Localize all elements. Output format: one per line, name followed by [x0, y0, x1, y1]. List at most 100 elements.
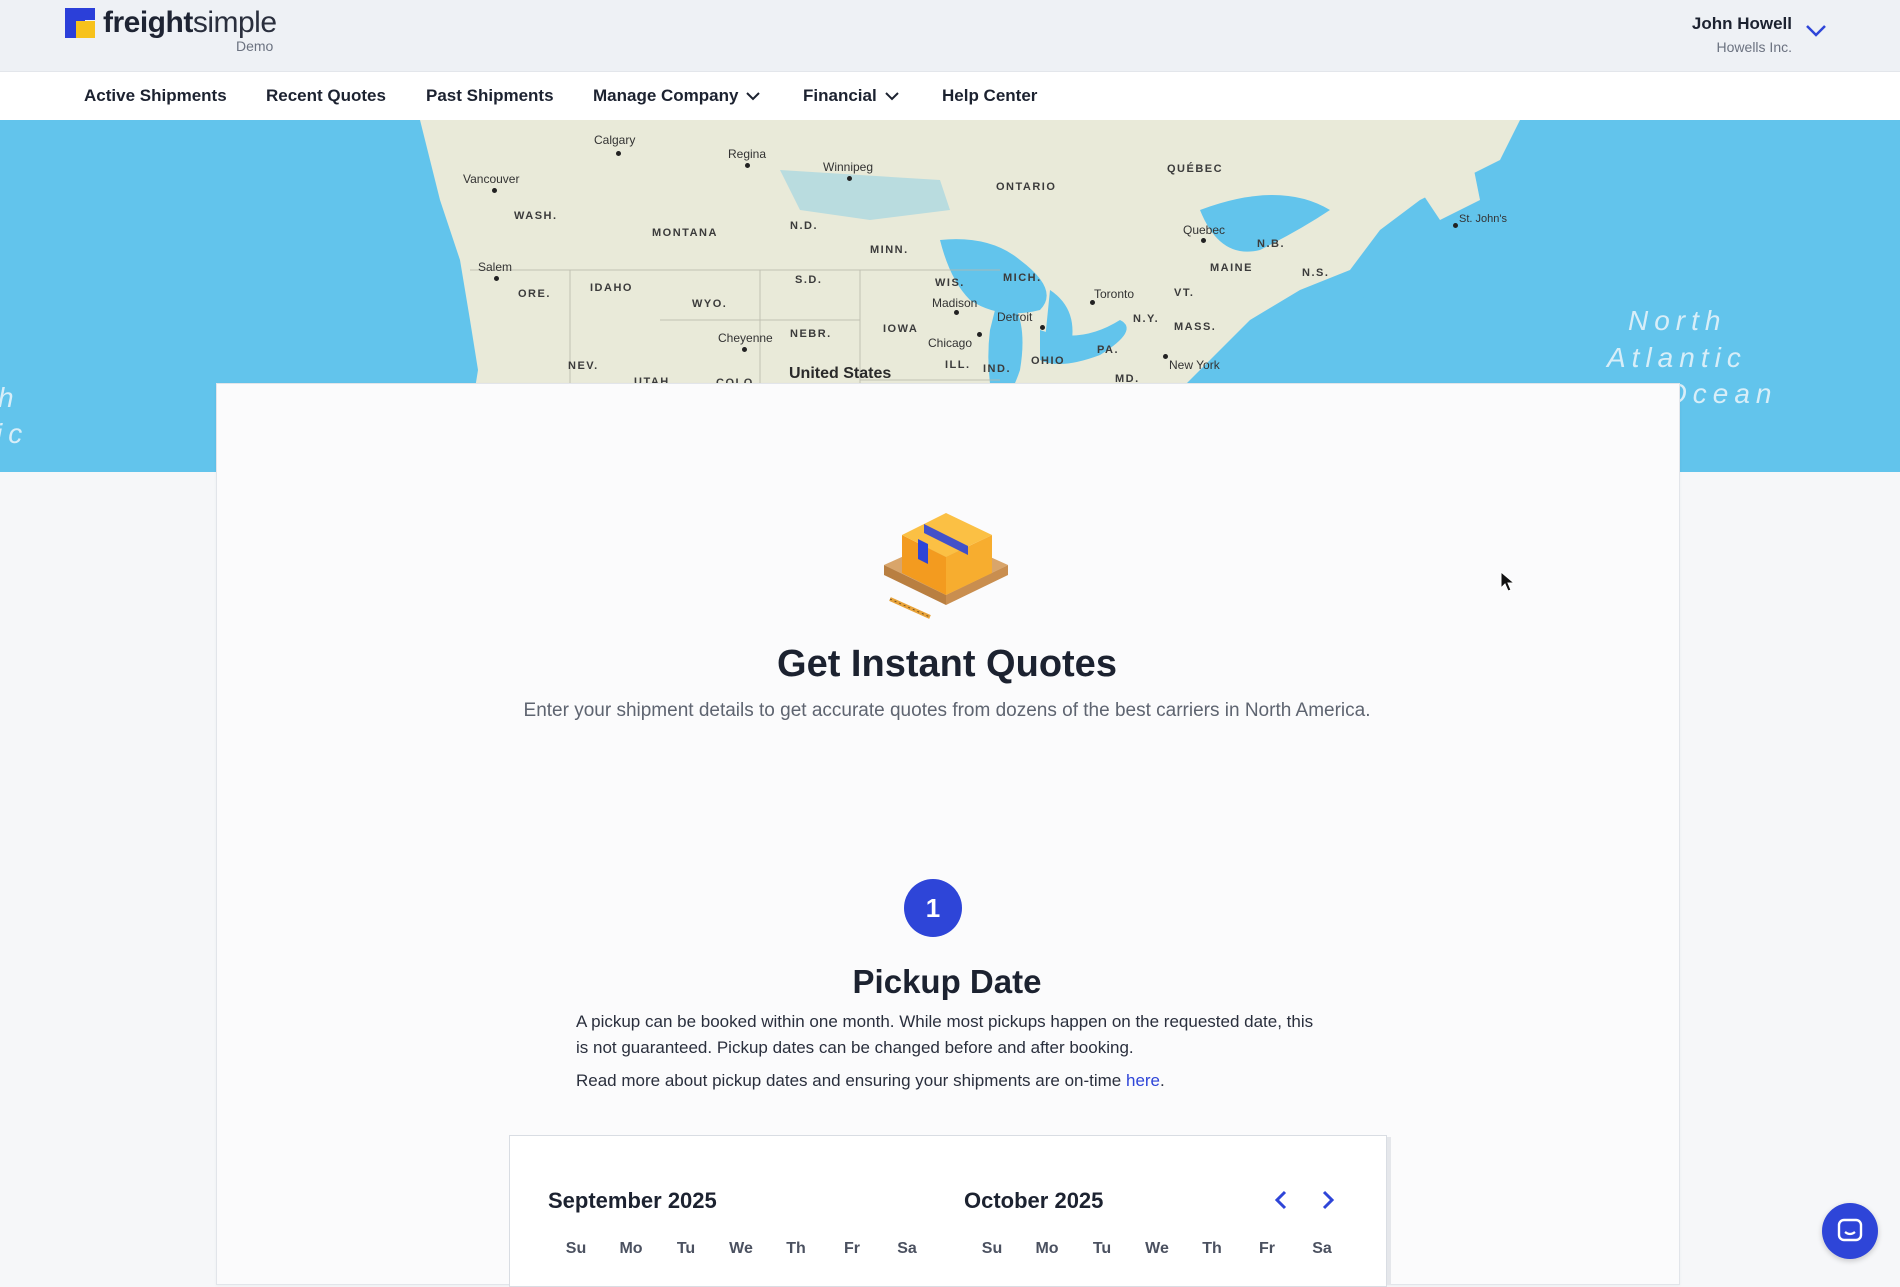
- page-subtitle: Enter your shipment details to get accur…: [523, 700, 1371, 721]
- weekday-header: Su: [981, 1240, 1003, 1257]
- map-city-dot: [745, 163, 750, 168]
- map-region-label: N.S.: [1302, 267, 1330, 279]
- pickup-date-calendar[interactable]: September 2025 October 2025 Su Mo Tu We …: [509, 1135, 1387, 1287]
- map-city-label: Cheyenne: [718, 331, 773, 345]
- calendar-month-title: October 2025: [964, 1188, 1104, 1213]
- user-company: Howells Inc.: [1716, 39, 1792, 55]
- logo-demo-label: Demo: [236, 38, 274, 54]
- map-city-label: Salem: [478, 260, 513, 274]
- map-region-label: QUÉBEC: [1167, 163, 1224, 175]
- map-city-label: Calgary: [594, 133, 636, 147]
- map-region-label: ONTARIO: [996, 181, 1057, 193]
- weekday-header: Th: [786, 1240, 806, 1257]
- map-region-label: MICH.: [1003, 272, 1042, 284]
- ocean-label: North: [1628, 305, 1727, 336]
- map-city-dot: [492, 188, 497, 193]
- chevron-down-icon: [884, 92, 899, 101]
- map-region-label: WASH.: [514, 210, 558, 222]
- map-city-label: Vancouver: [463, 172, 520, 186]
- user-menu[interactable]: John Howell Howells Inc.: [1692, 14, 1792, 55]
- weekday-header: Sa: [1312, 1240, 1332, 1257]
- map-city-dot: [954, 310, 959, 315]
- map-region-label: NEV.: [568, 360, 599, 372]
- map-region-label: MAINE: [1210, 262, 1253, 274]
- map-region-label: ILL.: [945, 359, 971, 371]
- map-city-dot: [1163, 354, 1168, 359]
- chat-icon: [1837, 1218, 1863, 1242]
- map-region-label: ORE.: [518, 288, 551, 300]
- map-region-label: IND.: [983, 363, 1011, 375]
- map-region-label: N.D.: [790, 220, 818, 232]
- step-description: A pickup can be booked within one month.…: [576, 1012, 1314, 1057]
- map-region-label: N.Y.: [1133, 313, 1160, 325]
- map-city-dot: [1090, 300, 1095, 305]
- nav-help-center[interactable]: Help Center: [942, 86, 1037, 106]
- nav-past-shipments[interactable]: Past Shipments: [426, 86, 554, 106]
- map-city-dot: [1201, 238, 1206, 243]
- map-region-label: OHIO: [1031, 355, 1066, 367]
- map-city-dot: [1453, 223, 1458, 228]
- map-country-label: United States: [789, 365, 892, 382]
- chevron-down-icon[interactable]: [1804, 22, 1828, 38]
- nav-manage-company[interactable]: Manage Company: [593, 86, 761, 106]
- map-region-label: S.D.: [795, 274, 823, 286]
- weekday-header: Su: [565, 1240, 587, 1257]
- map-region-label: NEBR.: [790, 328, 832, 340]
- freightsimple-logo[interactable]: freightsimple: [65, 8, 277, 38]
- map-region-label: WIS.: [935, 277, 965, 289]
- map-city-label: St. John's: [1459, 213, 1507, 225]
- step-title: Pickup Date: [852, 963, 1042, 1000]
- user-name: John Howell: [1691, 14, 1792, 33]
- ocean-label: Ocean: [1665, 378, 1778, 409]
- map-region-label: WYO.: [692, 298, 728, 310]
- map-city-dot: [616, 151, 621, 156]
- map-city-label: Winnipeg: [823, 160, 874, 174]
- map-city-label: Madison: [932, 296, 978, 310]
- logo-mark-icon: [65, 8, 95, 38]
- weekday-header: Th: [1202, 1240, 1222, 1257]
- map-region-label: VT.: [1174, 287, 1195, 299]
- map-city-dot: [1040, 325, 1045, 330]
- nav-financial[interactable]: Financial: [803, 86, 899, 106]
- map-region-label: IOWA: [883, 323, 919, 335]
- map-city-dot: [977, 332, 982, 337]
- nav-active-shipments[interactable]: Active Shipments: [84, 86, 227, 106]
- map-region-label: N.B.: [1257, 238, 1285, 250]
- step-number-badge: 1: [904, 879, 962, 937]
- map-city-dot: [742, 347, 747, 352]
- map-city-label: Detroit: [997, 310, 1033, 324]
- map-city-label: Toronto: [1094, 287, 1135, 301]
- ocean-label: h: [0, 382, 20, 413]
- mouse-cursor-icon: [1500, 571, 1516, 592]
- weekday-header: Mo: [1035, 1240, 1059, 1257]
- page-title: Get Instant Quotes: [777, 643, 1117, 685]
- map-city-dot: [847, 176, 852, 181]
- weekday-header: We: [1145, 1240, 1169, 1257]
- ocean-label: Atlantic: [1607, 342, 1747, 373]
- calendar-month-title: September 2025: [548, 1188, 717, 1213]
- main-nav: Active Shipments Recent Quotes Past Ship…: [0, 72, 1900, 121]
- nav-recent-quotes[interactable]: Recent Quotes: [266, 86, 386, 106]
- pickup-dates-help-link[interactable]: here: [1126, 1071, 1160, 1090]
- weekday-header: Fr: [844, 1240, 860, 1257]
- map-city-label: Regina: [728, 147, 767, 161]
- chevron-left-icon[interactable]: [1270, 1188, 1294, 1212]
- step-more-text: Read more about pickup dates and ensurin…: [576, 1071, 1165, 1090]
- map-region-label: MASS.: [1174, 321, 1217, 333]
- weekday-header: Tu: [1092, 1240, 1112, 1257]
- map-region-label: IDAHO: [590, 282, 633, 294]
- weekday-header: Mo: [619, 1240, 643, 1257]
- chevron-right-icon[interactable]: [1315, 1188, 1339, 1212]
- logo-text: freightsimple: [103, 6, 277, 39]
- pallet-box-icon: [884, 513, 1008, 619]
- map-city-label: Quebec: [1183, 223, 1226, 237]
- map-region-label: MINN.: [870, 244, 909, 256]
- chevron-down-icon: [746, 92, 761, 101]
- top-bar: freightsimple Demo John Howell Howells I…: [0, 0, 1900, 72]
- weekday-header: Sa: [897, 1240, 917, 1257]
- ocean-label: ic: [0, 418, 29, 449]
- weekday-header: We: [729, 1240, 753, 1257]
- chat-launcher-button[interactable]: [1822, 1203, 1878, 1259]
- weekday-header: Tu: [676, 1240, 696, 1257]
- map-region-label: MONTANA: [652, 227, 718, 239]
